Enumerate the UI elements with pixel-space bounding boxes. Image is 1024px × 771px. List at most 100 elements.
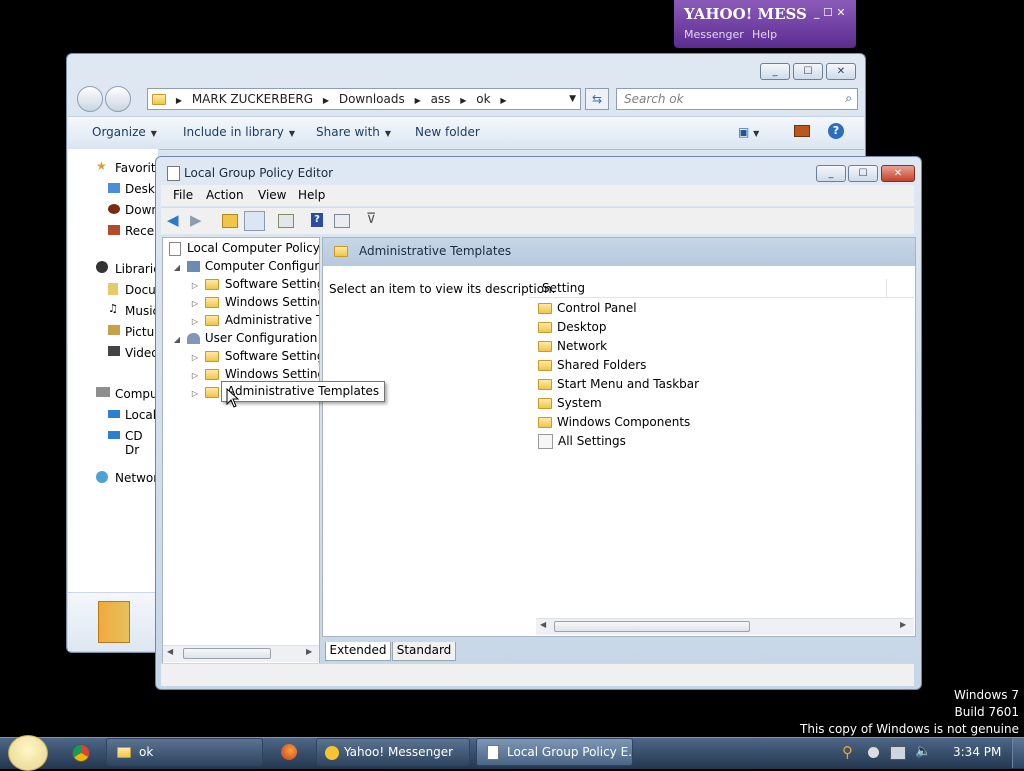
setting-item[interactable]: Control Panel (538, 299, 637, 318)
content-horizontal-scrollbar[interactable]: ◀ ▶ (536, 618, 914, 635)
back-arrow-icon[interactable]: ◀ (167, 211, 179, 229)
setting-item[interactable]: Windows Components (538, 413, 690, 432)
show-desktop-button[interactable] (1012, 738, 1024, 768)
menu-file[interactable]: File (173, 185, 193, 206)
firefox-icon[interactable] (281, 744, 297, 760)
gpe-app-icon (167, 166, 180, 181)
scroll-right-icon[interactable]: ▶ (306, 647, 312, 656)
maximize-button[interactable]: ☐ (848, 165, 878, 182)
scroll-thumb[interactable] (554, 621, 750, 632)
explorer-close-button[interactable]: ✕ (826, 63, 856, 80)
tree-item-software-settings[interactable]: ▷ Software Settings (189, 347, 319, 365)
include-in-library-button[interactable]: Include in library ▼ (183, 125, 295, 139)
tab-extended[interactable]: Extended (325, 642, 391, 661)
change-view-icon[interactable]: ▣ ▼ (738, 125, 759, 139)
preview-pane-icon[interactable] (794, 125, 810, 137)
volume-icon[interactable]: 🔈 (915, 744, 931, 759)
collapse-icon[interactable]: ◢ (171, 259, 183, 277)
collapse-icon[interactable]: ◢ (171, 331, 183, 349)
organize-button[interactable]: Organize ▼ (92, 125, 157, 139)
share-with-button[interactable]: Share with ▼ (316, 125, 391, 139)
menu-action[interactable]: Action (206, 185, 244, 206)
computer-tray-icon[interactable] (890, 746, 906, 760)
clock[interactable]: 3:34 PM (953, 745, 1001, 759)
minimize-button[interactable]: _ (816, 165, 846, 182)
tree-item-windows-settings[interactable]: ▷ Windows Setting (189, 293, 319, 311)
nav-item[interactable]: Recer (125, 224, 159, 238)
up-folder-icon[interactable] (222, 214, 238, 228)
status-bar (161, 663, 914, 686)
help-icon[interactable]: ? (828, 123, 844, 139)
filter-icon[interactable]: ⊽ (366, 211, 376, 227)
search-icon[interactable]: ⌕ (845, 91, 852, 106)
tree-item-administrative-templates[interactable]: ▷ Administrative Te (189, 311, 319, 329)
tree-item-software-settings[interactable]: ▷ Software Settings (189, 275, 319, 293)
setting-item[interactable]: Shared Folders (538, 356, 646, 375)
nav-item[interactable]: Networ (115, 471, 158, 485)
setting-column-header[interactable]: Setting (529, 279, 914, 298)
breadcrumb-item[interactable]: MARK ZUCKERBERG (192, 92, 313, 106)
tree-item-user-configuration[interactable]: ◢ User Configuration (171, 329, 317, 347)
close-button[interactable]: ✕ (881, 165, 915, 182)
scroll-left-icon[interactable]: ◀ (167, 647, 173, 656)
setting-item[interactable]: Desktop (538, 318, 607, 337)
new-folder-button[interactable]: New folder (415, 125, 480, 139)
scroll-right-icon[interactable]: ▶ (900, 620, 906, 629)
address-bar[interactable]: ▶ MARK ZUCKERBERG ▶ Downloads ▶ ass ▶ ok… (147, 88, 581, 110)
search-input[interactable]: Search ok (624, 92, 684, 106)
chrome-icon[interactable] (72, 744, 90, 762)
address-dropdown-icon[interactable]: ▼ (569, 89, 576, 109)
setting-item[interactable]: Network (538, 337, 607, 356)
nav-item[interactable]: Video (125, 346, 159, 360)
menu-help[interactable]: Help (298, 185, 325, 206)
breadcrumb-item[interactable]: ok (476, 92, 490, 106)
help-book-icon[interactable]: ? (311, 213, 323, 227)
breadcrumb-item[interactable]: Downloads (339, 92, 405, 106)
taskbar-item-explorer[interactable]: ok (106, 738, 263, 766)
yahoo-menu-messenger[interactable]: Messenger (684, 28, 744, 41)
tree-item-root[interactable]: Local Computer Policy (169, 239, 319, 257)
taskbar-item-yahoo-messenger[interactable]: Yahoo! Messenger (316, 738, 470, 766)
search-box[interactable]: Search ok ⌕ (616, 88, 858, 110)
scroll-thumb[interactable] (183, 648, 271, 659)
show-hide-tree-icon[interactable] (244, 211, 265, 231)
setting-item[interactable]: All Settings (538, 432, 626, 451)
gpe-app-icon (487, 745, 499, 760)
start-button[interactable] (8, 735, 48, 771)
yahoo-window-controls[interactable]: _ ☐ ✕ (814, 6, 846, 19)
tree-item-administrative-templates-selected[interactable]: ▷ (189, 383, 225, 401)
scroll-left-icon[interactable]: ◀ (540, 620, 546, 629)
export-list-icon[interactable] (278, 214, 294, 228)
nav-item[interactable]: Pictu (125, 325, 154, 339)
forward-arrow-icon[interactable]: ▶ (190, 211, 202, 229)
explorer-maximize-button[interactable]: ☐ (793, 63, 823, 80)
menu-view[interactable]: View (258, 185, 286, 206)
column-divider[interactable] (886, 279, 887, 297)
setting-item[interactable]: Start Menu and Taskbar (538, 375, 699, 394)
forward-button[interactable] (105, 86, 131, 112)
back-button[interactable] (77, 86, 103, 112)
taskbar-item-group-policy-editor[interactable]: Local Group Policy E... (476, 738, 633, 766)
yahoo-messenger-window[interactable]: YAHOO! MESS _ ☐ ✕ Messenger Help (674, 0, 856, 48)
nav-item[interactable]: Docu (125, 283, 156, 297)
yahoo-menu-help[interactable]: Help (752, 28, 777, 41)
nav-item[interactable]: Compu (115, 387, 158, 401)
nav-item[interactable]: CD Dr (125, 429, 158, 457)
tree-item-computer-configuration[interactable]: ◢ Computer Configura (171, 257, 319, 277)
explorer-minimize-button[interactable]: _ (760, 63, 790, 80)
network-tray-icon[interactable] (868, 747, 879, 758)
search-tray-icon[interactable]: ⚲ (842, 743, 853, 761)
expand-icon[interactable]: ▷ (189, 385, 201, 403)
favorites-icon: ★ (96, 159, 107, 173)
properties-icon[interactable] (334, 214, 350, 228)
mouse-cursor-icon (226, 387, 240, 411)
breadcrumb-item[interactable]: ass (431, 92, 451, 106)
nav-item[interactable]: Local (125, 408, 156, 422)
menu-bar: File Action View Help (161, 185, 914, 206)
nav-item[interactable]: Down (125, 203, 159, 217)
tab-standard[interactable]: Standard (392, 642, 456, 661)
tree-horizontal-scrollbar[interactable]: ◀ ▶ (163, 645, 319, 662)
nav-item[interactable]: Librarie (115, 262, 161, 276)
setting-item[interactable]: System (538, 394, 602, 413)
refresh-button[interactable]: ⇆ (585, 88, 609, 110)
